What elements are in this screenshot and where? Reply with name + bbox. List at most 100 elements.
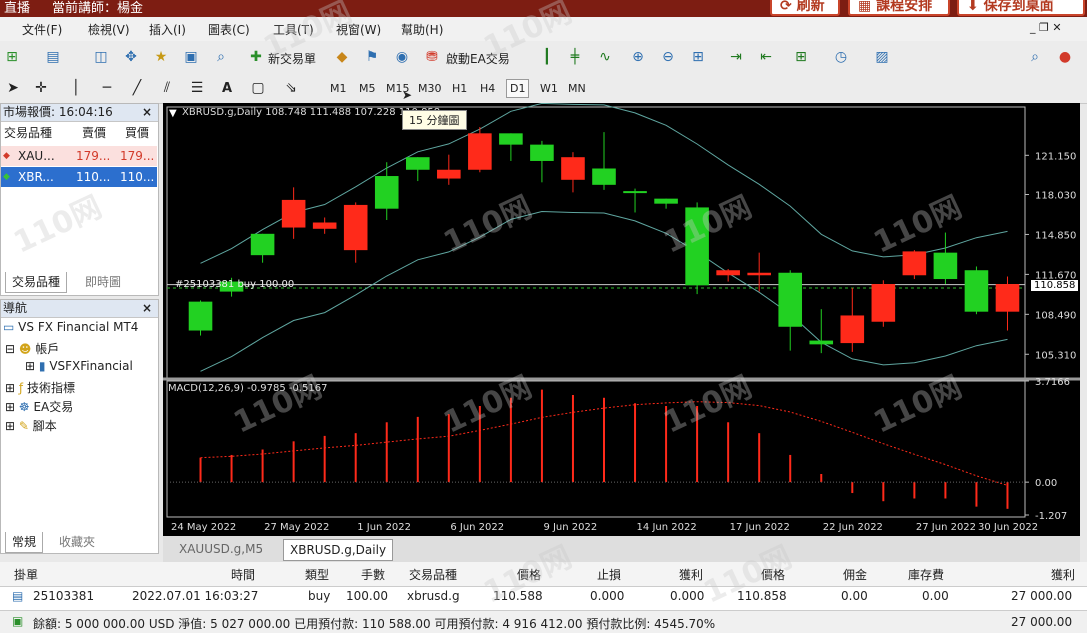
macd-pane-frame — [166, 380, 1026, 518]
data-window-icon[interactable]: ✥ — [122, 48, 140, 66]
metaeditor-icon[interactable]: ◆ — [333, 48, 351, 66]
text-label-icon[interactable]: ▢ — [249, 79, 267, 97]
order-row[interactable]: ▤ 25103381 2022.07.01 16:03:27 buy 100.0… — [0, 587, 1087, 608]
col-ask[interactable]: 買價 — [125, 123, 149, 143]
tab-favorites[interactable]: 收藏夾 — [53, 532, 101, 552]
tab-symbols[interactable]: 交易品種 — [5, 272, 68, 293]
candle-body — [281, 199, 306, 228]
col-symbol[interactable]: 交易品種 — [4, 123, 52, 143]
date-tick-label: 6 Jun 2022 — [450, 522, 504, 533]
autoscroll-icon[interactable]: ⇥ — [727, 48, 745, 66]
tree-accounts[interactable]: ⊟ ☻ 帳戶 — [5, 340, 59, 357]
menu-chart[interactable]: 圖表(C) — [208, 21, 250, 38]
line-chart-icon[interactable]: ∿ — [596, 48, 614, 66]
periods-icon[interactable]: ◷ — [832, 48, 850, 66]
new-chart-icon[interactable]: ⊞ — [3, 48, 21, 66]
col-type[interactable]: 類型 — [305, 566, 329, 583]
refresh-button[interactable]: ⟳ 刷新 — [770, 0, 840, 16]
zoom-in-icon[interactable]: ⊕ — [629, 48, 647, 66]
col-current-price[interactable]: 價格 — [761, 566, 785, 583]
tf-m1[interactable]: M1 — [330, 82, 347, 95]
menu-insert[interactable]: 插入(I) — [149, 21, 186, 38]
col-price[interactable]: 價格 — [517, 566, 541, 583]
menu-view[interactable]: 檢視(V) — [88, 21, 130, 38]
order-current-price: 110.858 — [737, 589, 787, 603]
horizontal-line-icon[interactable]: ─ — [98, 79, 116, 97]
market-icon[interactable]: ◉ — [393, 48, 411, 66]
bar-chart-icon[interactable]: ┃ — [538, 48, 556, 66]
notifications-icon[interactable]: ● — [1056, 48, 1074, 66]
tf-m5[interactable]: M5 — [359, 82, 376, 95]
navigator-icon[interactable]: ★ — [152, 48, 170, 66]
tile-windows-icon[interactable]: ⊞ — [689, 48, 707, 66]
tab-xauusd-chart[interactable]: XAUUSD.g,M5 — [173, 539, 269, 559]
trendline-icon[interactable]: ╱ — [128, 79, 146, 97]
col-stop-loss[interactable]: 止損 — [597, 566, 621, 583]
fibonacci-icon[interactable]: ☰ — [188, 79, 206, 97]
menu-tools[interactable]: 工具(T) — [273, 21, 314, 38]
tree-scripts[interactable]: ⊞ ✎ 腳本 — [5, 417, 57, 434]
tree-accounts-label: 帳戶 — [35, 342, 60, 356]
arrows-icon[interactable]: ⇘ — [282, 79, 300, 97]
menu-window[interactable]: 視窗(W) — [336, 21, 381, 38]
search-icon[interactable]: ⌕ — [1026, 48, 1044, 66]
col-commission[interactable]: 佣金 — [843, 566, 867, 583]
col-take-profit[interactable]: 獲利 — [679, 566, 703, 583]
col-time[interactable]: 時間 — [231, 566, 255, 583]
tf-w1[interactable]: W1 — [540, 82, 558, 95]
crosshair-icon[interactable]: ✛ — [32, 79, 50, 97]
menu-file[interactable]: 文件(F) — [22, 21, 62, 38]
chart-shift-icon[interactable]: ⇤ — [757, 48, 775, 66]
profiles-icon[interactable]: ▤ — [44, 48, 62, 66]
ea-trade-button[interactable]: 啟動EA交易 — [446, 50, 510, 67]
col-profit[interactable]: 獲利 — [1051, 566, 1075, 583]
market-watch-icon[interactable]: ◫ — [92, 48, 110, 66]
date-tick-label: 24 May 2022 — [171, 522, 236, 533]
equidistant-channel-icon[interactable]: ⫽ — [158, 79, 176, 97]
tree-indicators[interactable]: ⊞ ƒ 技術指標 — [5, 379, 75, 396]
signals-icon[interactable]: ⚑ — [363, 48, 381, 66]
templates-icon[interactable]: ▨ — [873, 48, 891, 66]
vertical-line-icon[interactable]: │ — [67, 79, 85, 97]
tree-experts[interactable]: ⊞ ☸ EA交易 — [5, 398, 73, 415]
window-controls[interactable]: _ ❐ ✕ — [1030, 21, 1062, 34]
close-icon[interactable]: × — [142, 104, 152, 121]
col-swap[interactable]: 庫存費 — [908, 566, 944, 583]
price-pane-frame — [166, 106, 1026, 380]
price-chart[interactable]: 121.150 118.030 114.850 111.670 108.490 105.3… — [163, 102, 1080, 536]
market-watch-row[interactable]: ◆ XAU... 179... 179... — [1, 146, 157, 166]
tab-common[interactable]: 常規 — [5, 532, 44, 553]
col-order[interactable]: 掛單 — [14, 566, 38, 583]
tab-xbrusd-chart[interactable]: XBRUSD.g,Daily — [283, 539, 394, 561]
tf-mn[interactable]: MN — [568, 82, 586, 95]
tab-tick-chart[interactable]: 即時圖 — [79, 272, 127, 292]
col-bid[interactable]: 賣價 — [82, 123, 106, 143]
tester-icon[interactable]: ⌕ — [212, 48, 230, 66]
market-watch-row[interactable]: ◆ XBR... 110... 110... — [1, 167, 157, 187]
tf-h4[interactable]: H4 — [480, 82, 495, 95]
diamond-icon: ◆ — [3, 172, 10, 182]
diamond-icon: ◆ — [3, 151, 10, 161]
indicators-icon[interactable]: ⊞ — [792, 48, 810, 66]
tree-account-item[interactable]: ⊞ ▮ VSFXFinancial — [25, 359, 133, 373]
zoom-out-icon[interactable]: ⊖ — [659, 48, 677, 66]
candlestick-icon[interactable]: ╪ — [566, 48, 584, 66]
tf-d1[interactable]: D1 — [506, 79, 530, 98]
macd-tick-label: -1.207 — [1035, 511, 1067, 522]
new-order-button[interactable]: 新交易單 — [268, 50, 316, 67]
col-lots[interactable]: 手數 — [361, 566, 385, 583]
candle-body — [312, 222, 337, 229]
accounts-icon: ☻ — [18, 342, 32, 356]
schedule-button[interactable]: ▦ 課程安排 — [848, 0, 950, 16]
col-symbol[interactable]: 交易品種 — [409, 566, 457, 583]
tf-h1[interactable]: H1 — [452, 82, 467, 95]
text-tool[interactable]: A — [222, 81, 232, 96]
menu-help[interactable]: 幫助(H) — [401, 21, 443, 38]
save-desktop-button[interactable]: ⬇ 保存到桌面 — [957, 0, 1085, 16]
tree-root[interactable]: ▭ VS FX Financial MT4 — [3, 320, 138, 334]
terminal-icon[interactable]: ▣ — [182, 48, 200, 66]
chart-canvas[interactable]: 121.150118.030114.850111.670108.490105.3… — [163, 102, 1080, 536]
cursor-icon[interactable]: ➤ — [4, 79, 22, 97]
close-icon[interactable]: × — [142, 300, 152, 317]
tf-m30[interactable]: M30 — [418, 82, 442, 95]
